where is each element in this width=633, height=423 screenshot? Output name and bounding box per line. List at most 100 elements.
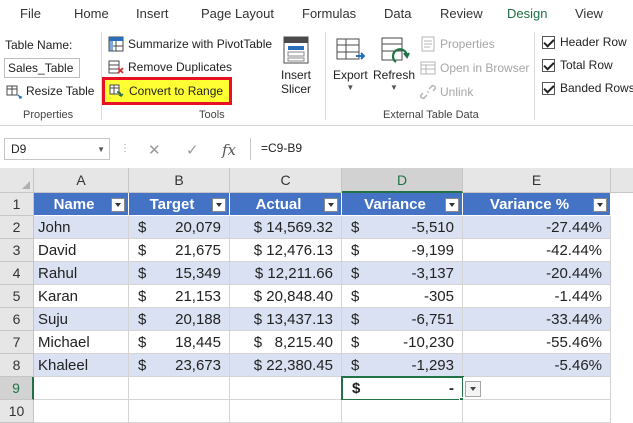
row-header-3[interactable]: 3 bbox=[0, 239, 34, 262]
column-header-d[interactable]: D bbox=[342, 168, 463, 193]
name-box[interactable]: D9 ▼ bbox=[4, 138, 110, 160]
table-cell[interactable]: $ 14,569.32 bbox=[230, 216, 342, 239]
table-cell[interactable]: $ 12,211.66 bbox=[230, 262, 342, 285]
column-header-c[interactable]: C bbox=[230, 168, 342, 193]
table-cell[interactable]: -5.46% bbox=[463, 354, 611, 377]
banded-rows-option[interactable]: Banded Rows bbox=[542, 81, 633, 95]
summarize-pivottable-button[interactable]: Summarize with PivotTable bbox=[108, 34, 272, 54]
table-cell[interactable]: -1.44% bbox=[463, 285, 611, 308]
table-cell[interactable]: -33.44% bbox=[463, 308, 611, 331]
table-cell[interactable]: $ -5,510 bbox=[342, 216, 463, 239]
table-cell[interactable]: John bbox=[34, 216, 129, 239]
row-header-9[interactable]: 9 bbox=[0, 377, 34, 400]
table-cell[interactable]: $ -1,293 bbox=[342, 354, 463, 377]
table-cell[interactable]: David bbox=[34, 239, 129, 262]
remove-duplicates-button[interactable]: Remove Duplicates bbox=[108, 57, 232, 77]
cell-e10[interactable] bbox=[463, 400, 611, 423]
column-header-a[interactable]: A bbox=[34, 168, 129, 193]
table-header-target[interactable]: Target bbox=[129, 193, 230, 216]
enter-icon[interactable]: ✓ bbox=[186, 141, 199, 159]
row-header-1[interactable]: 1 bbox=[0, 193, 34, 216]
cell-b9[interactable] bbox=[129, 377, 230, 400]
table-header-name[interactable]: Name bbox=[34, 193, 129, 216]
table-cell[interactable]: $ -3,137 bbox=[342, 262, 463, 285]
convert-to-range-button[interactable]: Convert to Range bbox=[102, 77, 232, 105]
table-cell[interactable]: -27.44% bbox=[463, 216, 611, 239]
tab-file[interactable]: File bbox=[20, 6, 41, 21]
row-header-6[interactable]: 6 bbox=[0, 308, 34, 331]
table-cell[interactable]: $15,349 bbox=[129, 262, 230, 285]
filter-dropdown-icon[interactable] bbox=[445, 198, 459, 212]
export-button[interactable]: Export ▼ bbox=[333, 34, 368, 92]
table-cell[interactable]: $21,153 bbox=[129, 285, 230, 308]
cell-e9[interactable] bbox=[463, 377, 611, 400]
table-cell[interactable]: $ -10,230 bbox=[342, 331, 463, 354]
tab-insert[interactable]: Insert bbox=[136, 6, 169, 21]
table-cell[interactable]: $ -6,751 bbox=[342, 308, 463, 331]
row-header-7[interactable]: 7 bbox=[0, 331, 34, 354]
table-cell[interactable]: -42.44% bbox=[463, 239, 611, 262]
tab-review[interactable]: Review bbox=[440, 6, 483, 21]
filter-dropdown-icon[interactable] bbox=[111, 198, 125, 212]
total-row-checkbox[interactable] bbox=[542, 58, 555, 72]
column-header-b[interactable]: B bbox=[129, 168, 230, 193]
row-header-4[interactable]: 4 bbox=[0, 262, 34, 285]
table-cell[interactable]: $ -9,199 bbox=[342, 239, 463, 262]
row-header-5[interactable]: 5 bbox=[0, 285, 34, 308]
cell-b10[interactable] bbox=[129, 400, 230, 423]
table-cell[interactable]: $ 8,215.40 bbox=[230, 331, 342, 354]
filter-dropdown-icon[interactable] bbox=[593, 198, 607, 212]
table-cell[interactable]: $ 20,848.40 bbox=[230, 285, 342, 308]
unlink-button[interactable]: Unlink bbox=[420, 82, 473, 102]
table-cell[interactable]: $20,188 bbox=[129, 308, 230, 331]
cell-a10[interactable] bbox=[34, 400, 129, 423]
cell-c10[interactable] bbox=[230, 400, 342, 423]
table-cell[interactable]: $ -305 bbox=[342, 285, 463, 308]
cell-d9[interactable]: $ - bbox=[343, 378, 462, 399]
table-cell[interactable]: $ 12,476.13 bbox=[230, 239, 342, 262]
filter-dropdown-icon[interactable] bbox=[324, 198, 338, 212]
open-in-browser-button[interactable]: Open in Browser bbox=[420, 58, 529, 78]
table-header-actual[interactable]: Actual bbox=[230, 193, 342, 216]
worksheet-grid[interactable]: A B C D E 1 2 3 4 5 6 7 8 9 10 Name Targ… bbox=[0, 168, 633, 423]
tab-view[interactable]: View bbox=[575, 6, 603, 21]
table-header-variance[interactable]: Variance bbox=[342, 193, 463, 216]
tab-page-layout[interactable]: Page Layout bbox=[201, 6, 274, 21]
table-cell[interactable]: $23,673 bbox=[129, 354, 230, 377]
cell-d10[interactable] bbox=[342, 400, 463, 423]
cell-c9[interactable] bbox=[230, 377, 342, 400]
table-cell[interactable]: $21,675 bbox=[129, 239, 230, 262]
properties-button[interactable]: Properties bbox=[420, 34, 495, 54]
tab-data[interactable]: Data bbox=[384, 6, 411, 21]
banded-rows-checkbox[interactable] bbox=[542, 81, 555, 95]
insert-function-icon[interactable]: fx bbox=[222, 141, 236, 159]
table-cell[interactable]: Michael bbox=[34, 331, 129, 354]
table-cell[interactable]: $18,445 bbox=[129, 331, 230, 354]
table-cell[interactable]: $ 13,437.13 bbox=[230, 308, 342, 331]
table-cell[interactable]: Karan bbox=[34, 285, 129, 308]
formula-input[interactable]: =C9-B9 bbox=[250, 138, 633, 160]
select-all-corner[interactable] bbox=[0, 168, 34, 193]
column-header-f[interactable] bbox=[611, 168, 633, 193]
column-header-e[interactable]: E bbox=[463, 168, 611, 193]
table-cell[interactable]: -20.44% bbox=[463, 262, 611, 285]
row-header-8[interactable]: 8 bbox=[0, 354, 34, 377]
filter-dropdown-icon[interactable] bbox=[212, 198, 226, 212]
resize-table-button[interactable]: Resize Table bbox=[6, 81, 94, 101]
refresh-button[interactable]: Refresh ▼ bbox=[373, 34, 415, 92]
total-row-dropdown-icon[interactable] bbox=[465, 381, 481, 397]
row-header-10[interactable]: 10 bbox=[0, 400, 34, 423]
tab-home[interactable]: Home bbox=[74, 6, 109, 21]
row-header-2[interactable]: 2 bbox=[0, 216, 34, 239]
table-name-input[interactable] bbox=[4, 58, 80, 78]
table-cell[interactable]: Rahul bbox=[34, 262, 129, 285]
cell-a9[interactable] bbox=[34, 377, 129, 400]
header-row-checkbox[interactable] bbox=[542, 35, 555, 49]
tab-formulas[interactable]: Formulas bbox=[302, 6, 356, 21]
name-box-caret-icon[interactable]: ▼ bbox=[97, 145, 105, 154]
table-cell[interactable]: Khaleel bbox=[34, 354, 129, 377]
tab-design[interactable]: Design bbox=[507, 6, 547, 21]
header-row-option[interactable]: Header Row bbox=[542, 35, 627, 49]
cancel-icon[interactable]: ✕ bbox=[148, 141, 161, 159]
table-cell[interactable]: -55.46% bbox=[463, 331, 611, 354]
